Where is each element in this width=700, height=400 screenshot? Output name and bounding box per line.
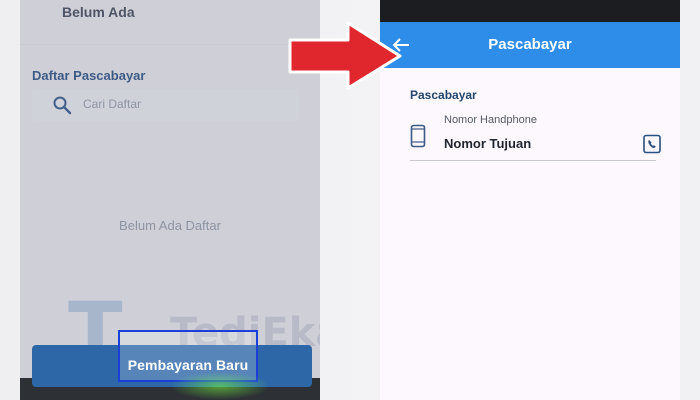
phone-number-input[interactable]: Nomor Tujuan	[444, 136, 531, 151]
form-section-title: Pascabayar	[410, 88, 477, 102]
page-title: Pascabayar	[488, 36, 572, 53]
section-title: Daftar Pascabayar	[32, 68, 146, 83]
phone-icon	[410, 124, 426, 148]
right-background	[680, 0, 700, 400]
search-input[interactable]: Cari Daftar	[32, 89, 298, 121]
divider	[20, 44, 320, 45]
search-icon	[53, 96, 72, 115]
contact-book-icon[interactable]	[642, 134, 662, 154]
left-phone-screen: Belum Ada Daftar Pascabayar Cari Daftar …	[20, 0, 320, 400]
right-phone-screen: Pascabayar Pascabayar Nomor Handphone No…	[380, 22, 680, 400]
search-placeholder: Cari Daftar	[83, 97, 142, 111]
app-header: Pascabayar	[380, 22, 680, 68]
previous-section-text: Belum Ada	[62, 4, 135, 20]
phone-number-label: Nomor Handphone	[444, 114, 537, 126]
empty-list-text: Belum Ada Daftar	[119, 218, 221, 233]
pointer-arrow-icon	[288, 21, 402, 90]
new-payment-button-label[interactable]: Pembayaran Baru	[120, 357, 256, 373]
touch-indicator	[170, 372, 270, 400]
field-underline	[410, 160, 656, 161]
